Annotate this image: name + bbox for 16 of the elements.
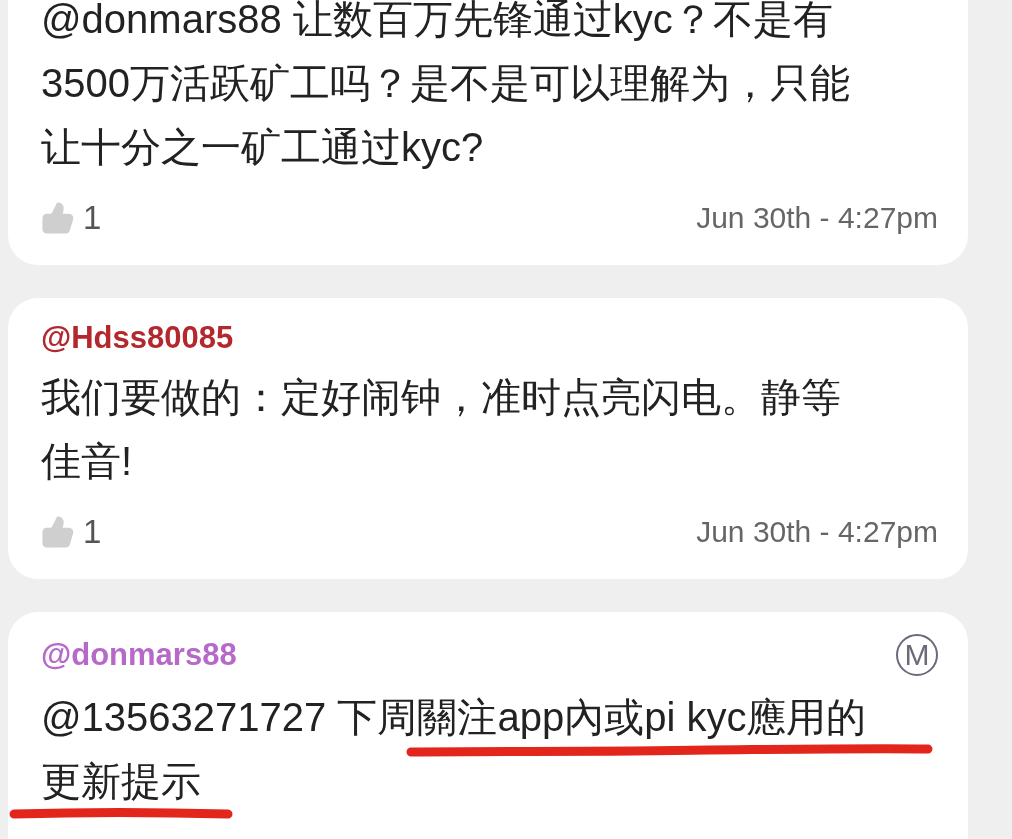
comment-time: Jun 30th - 4:27pm [696, 201, 938, 235]
moderator-badge: M [896, 634, 938, 676]
comment-text-line: @donmars88 让数百万先锋通过kyc？不是有 [41, 0, 833, 42]
comment-author[interactable]: @donmars88 [41, 637, 237, 673]
like-count: 1 [83, 199, 102, 237]
comment-text-line: 更新提示 [41, 758, 201, 804]
comment-text-line: 3500万活跃矿工吗？是不是可以理解为，只能 [41, 60, 850, 106]
comment-author[interactable]: @Hdss80085 [41, 320, 234, 356]
comment-text-line: 我们要做的：定好闹钟，准时点亮闪电。静等 [41, 374, 841, 420]
thumbs-up-icon[interactable] [41, 515, 75, 549]
like-count: 1 [83, 513, 102, 551]
thumbs-up-icon[interactable] [41, 201, 75, 235]
comment-text-line: 佳音! [41, 438, 133, 484]
comment-text-line: 让十分之一矿工通过kyc? [41, 124, 484, 170]
comment-time: Jun 30th - 4:27pm [696, 515, 938, 549]
comment-text-line: @13563271727 下周關注app內或pi kyc應用的 [41, 694, 867, 740]
